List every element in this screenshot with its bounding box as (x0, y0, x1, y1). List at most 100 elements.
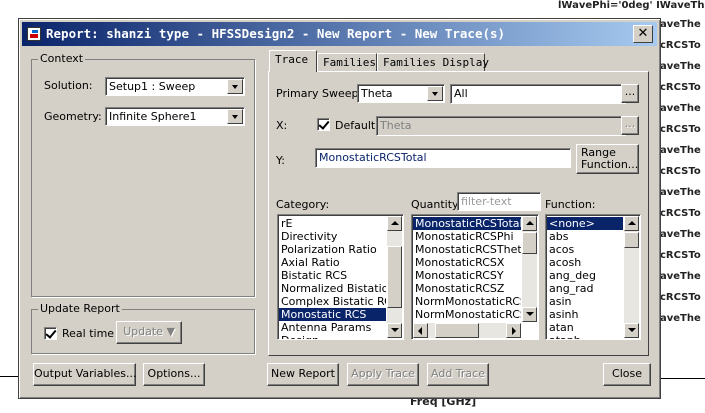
quantity-list[interactable]: MonostaticRCSTotal MonostaticRCSPhi Monost… (411, 214, 539, 340)
category-list-item[interactable]: Directivity (279, 230, 386, 243)
function-list-item[interactable]: abs (547, 230, 623, 243)
plot-axis-line (661, 378, 705, 379)
scroll-thumb[interactable] (624, 232, 639, 248)
realtime-label: Real time (62, 327, 115, 340)
quantity-list-item[interactable]: MonostaticRCSTheta (413, 243, 521, 256)
x-label: X: (276, 119, 288, 132)
primary-sweep-label: Primary Sweep: (276, 87, 363, 100)
quantity-list-item[interactable]: MonostaticRCSZ (413, 282, 521, 295)
function-list-item[interactable]: <none> (547, 217, 623, 230)
trace-panel: Primary Sweep: Theta All ... X: Default … (268, 71, 649, 356)
dialog-titlebar[interactable]: Report: shanzi type - HFSSDesign2 - New … (22, 22, 657, 46)
sweep-range-field[interactable]: All (450, 84, 626, 104)
sweep-range-button[interactable]: ... (621, 84, 639, 103)
function-scrollbar[interactable] (624, 216, 639, 338)
y-expression-field[interactable]: MonostaticRCSTotal (315, 148, 571, 168)
scroll-right-icon[interactable] (506, 323, 521, 338)
close-icon[interactable]: ✕ (633, 25, 653, 43)
function-list-item[interactable]: atan (547, 321, 623, 334)
chevron-down-icon[interactable] (227, 79, 243, 94)
category-list-item[interactable]: Polarization Ratio (279, 243, 386, 256)
primary-sweep-select[interactable]: Theta (357, 84, 445, 103)
apply-trace-button[interactable]: Apply Trace (347, 363, 419, 386)
tab-trace[interactable]: Trace (269, 50, 317, 72)
default-checkbox[interactable] (317, 118, 330, 131)
category-list-item[interactable]: Antenna Params (279, 321, 386, 334)
update-report-label: Update Report (38, 302, 122, 315)
function-list-item[interactable]: atanh (547, 334, 623, 339)
scroll-up-icon[interactable] (522, 216, 537, 231)
function-list-item[interactable]: asinh (547, 308, 623, 321)
function-list-item[interactable]: acos (547, 243, 623, 256)
legend-entry: cRCSTo (660, 292, 701, 303)
new-report-button[interactable]: New Report (267, 363, 339, 386)
legend-entry: cRCSTo (660, 166, 701, 177)
plot-axis-line (0, 376, 18, 377)
legend-entry: cRCSTo (660, 124, 701, 135)
scroll-up-icon[interactable] (387, 216, 402, 231)
scroll-down-icon[interactable] (522, 307, 537, 322)
function-list-item[interactable]: acosh (547, 256, 623, 269)
quantity-list-item[interactable]: NormMonostaticRCSTo (413, 295, 521, 308)
category-list-item[interactable]: Complex Bistatic RCS (279, 295, 386, 308)
realtime-checkbox[interactable] (44, 327, 57, 340)
category-list-item[interactable]: Design (279, 334, 386, 339)
x-expression-field[interactable]: Theta (376, 116, 626, 136)
close-button[interactable]: Close (603, 363, 651, 386)
add-trace-button[interactable]: Add Trace (427, 363, 489, 386)
category-list-item[interactable]: Bistatic RCS (279, 269, 386, 282)
scroll-thumb[interactable] (387, 246, 402, 308)
quantity-list-item[interactable]: MonostaticRCSTotal (413, 217, 521, 230)
category-list[interactable]: rE Directivity Polarization Ratio Axial Rat… (277, 214, 404, 340)
scroll-down-icon[interactable] (624, 323, 639, 338)
category-label: Category: (276, 198, 330, 211)
legend-entry: aveThe (660, 103, 701, 114)
quantity-scrollbar[interactable] (522, 216, 537, 322)
chevron-down-icon[interactable] (227, 109, 243, 124)
category-list-item[interactable]: Monostatic RCS (279, 308, 386, 321)
quantity-filter-input[interactable]: filter-text (457, 192, 541, 211)
output-variables-button[interactable]: Output Variables... (33, 363, 136, 386)
quantity-list-item[interactable]: MonostaticRCSPhi (413, 230, 521, 243)
quantity-list-item[interactable]: NormMonostaticRCSPh (413, 308, 521, 321)
function-label: Function: (545, 198, 596, 211)
chevron-down-icon[interactable] (427, 86, 443, 101)
quantity-list-item[interactable]: MonostaticRCSX (413, 256, 521, 269)
function-list-item[interactable]: ang_deg (547, 269, 623, 282)
quantity-hscrollbar[interactable] (413, 323, 521, 338)
function-list[interactable]: <none> abs acos acosh ang_deg ang_rad asin asin… (545, 214, 641, 340)
range-function-button[interactable]: Range Function... (576, 144, 639, 174)
solution-select[interactable]: Setup1 : Sweep (105, 77, 245, 96)
scroll-up-icon[interactable] (624, 216, 639, 231)
tab-families[interactable]: Families (317, 53, 377, 72)
scroll-left-icon[interactable] (413, 323, 428, 338)
update-report-group: Update Report Real time Update ▼ (31, 302, 255, 354)
category-scrollbar[interactable] (387, 216, 402, 338)
scroll-down-icon[interactable] (387, 323, 402, 338)
tab-families-display[interactable]: Families Display (377, 53, 489, 72)
category-list-item[interactable]: Axial Ratio (279, 256, 386, 269)
scroll-thumb[interactable] (522, 232, 537, 254)
default-label: Default (335, 119, 376, 132)
options-button[interactable]: Options... (143, 363, 205, 386)
dialog-title: Report: shanzi type - HFSSDesign2 - New … (46, 26, 506, 41)
category-list-item[interactable]: Normalized Bistatic RC (279, 282, 386, 295)
function-list-item[interactable]: ang_rad (547, 282, 623, 295)
x-expression-button[interactable]: ... (621, 116, 639, 135)
geometry-select[interactable]: Infinite Sphere1 (105, 107, 245, 126)
tab-strip: Trace Families Families Display (269, 50, 652, 73)
chevron-down-icon: ▼ (166, 325, 175, 338)
scroll-thumb[interactable] (435, 323, 479, 338)
legend-entry: aveThe (660, 61, 701, 72)
quantity-list-item[interactable]: MonostaticRCSY (413, 269, 521, 282)
function-list-item[interactable]: asin (547, 295, 623, 308)
legend-entry: aveThe (660, 313, 701, 324)
update-button[interactable]: Update ▼ (116, 321, 182, 344)
y-label: Y: (276, 154, 285, 167)
legend-entry: cRCSTo (660, 250, 701, 261)
category-list-item[interactable]: rE (279, 217, 386, 230)
plot-legend: aveThe cRCSTo aveThe cRCSTo aveThe cRCSTo aveT… (660, 14, 705, 329)
legend-entry: aveThe (660, 19, 701, 30)
legend-entry: cRCSTo (660, 208, 701, 219)
legend-entry: aveThe (660, 271, 701, 282)
